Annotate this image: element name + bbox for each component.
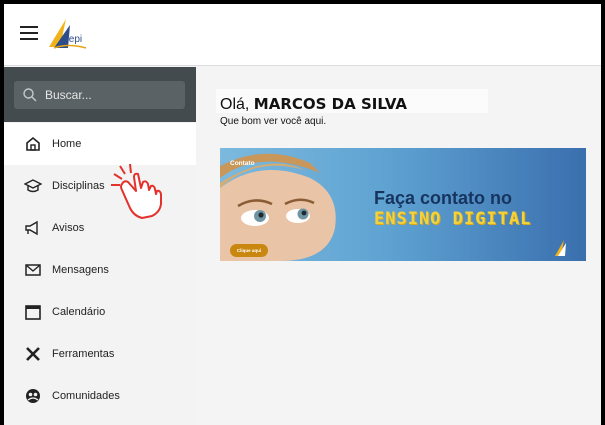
banner-title: Faça contato no	[374, 188, 513, 208]
sidebar-item-label: Disciplinas	[52, 180, 105, 192]
logo-text: fepi	[66, 34, 83, 45]
home-icon	[26, 136, 40, 151]
sidebar-item-calendario[interactable]: Calendário	[4, 291, 196, 333]
tools-icon	[26, 347, 40, 361]
top-bar: fepi	[4, 4, 601, 66]
sidebar-item-mensagens[interactable]: Mensagens	[4, 249, 196, 291]
search-icon	[23, 88, 37, 102]
banner-logo	[555, 240, 566, 256]
sidebar-item-label: Ferramentas	[52, 348, 115, 360]
contact-banner[interactable]: Contato Faça contato no ENSINO DIGITAL C…	[220, 148, 586, 261]
greeting-prefix: Olá,	[220, 96, 250, 113]
community-icon	[26, 389, 40, 403]
sidebar-item-home[interactable]: Home	[4, 123, 196, 165]
hamburger-menu-icon[interactable]	[20, 26, 38, 42]
sidebar: Home Disciplinas Avisos Mensagens	[4, 67, 196, 425]
search-input[interactable]	[45, 81, 180, 109]
sidebar-item-comunidades[interactable]: Comunidades	[4, 375, 196, 417]
sidebar-item-label: Comunidades	[52, 390, 120, 402]
app-frame: fepi Home Disciplinas	[0, 0, 605, 425]
graduation-cap-icon	[24, 179, 42, 193]
user-name: MARCOS DA SILVA	[253, 95, 408, 113]
banner-button[interactable]: Clique aqui	[230, 244, 268, 257]
pointing-hand-icon	[111, 164, 162, 219]
greeting-subtitle: Que bom ver você aqui.	[220, 116, 327, 127]
banner-tag: Contato	[230, 160, 255, 167]
sidebar-item-label: Home	[52, 138, 82, 150]
main-content: Olá, MARCOS DA SILVA Que bom ver você aq…	[196, 67, 601, 425]
calendar-icon	[25, 305, 41, 320]
megaphone-icon	[25, 220, 38, 236]
sidebar-item-label: Avisos	[52, 222, 85, 234]
sidebar-item-label: Mensagens	[52, 264, 109, 276]
greeting: Olá, MARCOS DA SILVA	[220, 95, 407, 114]
sidebar-item-label: Calendário	[52, 306, 106, 318]
search-area	[4, 67, 196, 122]
mail-icon	[25, 264, 41, 276]
search-box[interactable]	[14, 81, 185, 109]
sidebar-item-ferramentas[interactable]: Ferramentas	[4, 333, 196, 375]
banner-subtitle: ENSINO DIGITAL	[374, 209, 532, 229]
